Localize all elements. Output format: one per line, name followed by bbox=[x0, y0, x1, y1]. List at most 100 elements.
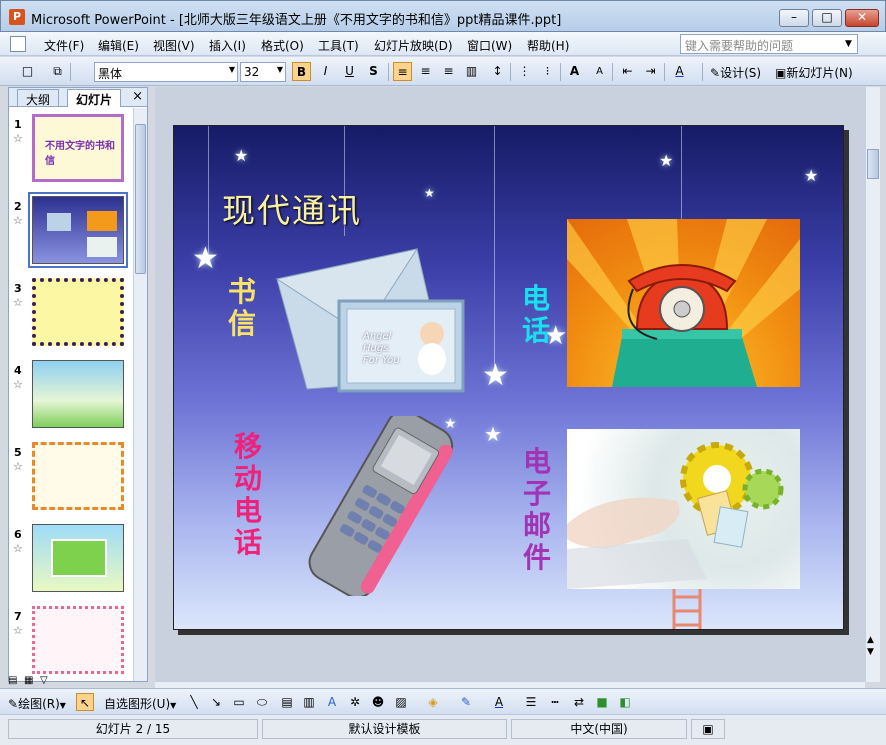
menu-view[interactable]: 视图(V) bbox=[153, 37, 195, 54]
italic-button[interactable]: I bbox=[316, 62, 335, 81]
previous-slide-icon[interactable]: ▲ bbox=[867, 635, 874, 645]
slide-number: 6 bbox=[14, 528, 22, 541]
align-distribute-icon[interactable]: ▥ bbox=[462, 62, 481, 81]
line-icon[interactable]: ╲ bbox=[185, 693, 203, 711]
new-slide-button[interactable]: ▣新幻灯片(N) bbox=[775, 64, 853, 81]
label-mobile[interactable]: 移 动 电 话 bbox=[232, 431, 264, 559]
font-color-icon[interactable]: A bbox=[490, 693, 508, 711]
increase-font-icon[interactable]: A bbox=[565, 62, 584, 81]
align-right-icon[interactable]: ≡ bbox=[439, 62, 458, 81]
slide-thumbnail[interactable]: 6 ☆ bbox=[9, 524, 133, 598]
menu-file[interactable]: 文件(F) bbox=[44, 37, 84, 54]
slide-number: 5 bbox=[14, 446, 22, 459]
close-button[interactable]: ✕ bbox=[845, 9, 879, 27]
normal-view-icon[interactable]: ▤ bbox=[8, 675, 22, 687]
diagram-icon[interactable]: ✲ bbox=[346, 693, 364, 711]
tab-outline[interactable]: 大纲 bbox=[17, 89, 60, 107]
picture-icon[interactable]: ▨ bbox=[392, 693, 410, 711]
align-center-icon[interactable]: ≡ bbox=[416, 62, 435, 81]
bold-button[interactable]: B bbox=[292, 62, 311, 81]
slide-title[interactable]: 现代通讯 bbox=[222, 184, 362, 232]
design-icon: ✎ bbox=[710, 66, 721, 80]
draw-menu-button[interactable]: ✎绘图(R)▼ bbox=[8, 695, 66, 712]
decrease-indent-icon[interactable]: ⇤ bbox=[618, 62, 637, 81]
arrow-icon[interactable]: ↘ bbox=[207, 693, 225, 711]
numbering-icon[interactable]: ⋮ bbox=[515, 62, 534, 81]
menu-tools[interactable]: 工具(T) bbox=[318, 37, 359, 54]
help-search-input[interactable]: 键入需要帮助的问题 bbox=[680, 34, 858, 54]
slide-scrollbar[interactable]: ▲ ▼ bbox=[865, 87, 880, 682]
menu-insert[interactable]: 插入(I) bbox=[209, 37, 246, 54]
bullets-icon[interactable]: ⁝ bbox=[538, 62, 557, 81]
slides-pane-scrollbar[interactable] bbox=[133, 108, 147, 681]
shadow-button[interactable]: S bbox=[364, 62, 383, 81]
star-icon: ★ bbox=[659, 151, 674, 170]
slide-thumbnail[interactable]: 7 ☆ bbox=[9, 606, 133, 680]
label-letter[interactable]: 书 信 bbox=[226, 276, 258, 340]
design-template[interactable]: 默认设计模板 bbox=[262, 719, 507, 739]
chevron-down-icon[interactable]: ▼ bbox=[845, 39, 852, 49]
telephone-image[interactable] bbox=[567, 219, 800, 387]
slide-thumbnail[interactable]: 2 ☆ bbox=[9, 192, 133, 270]
oval-icon[interactable]: ⬭ bbox=[253, 693, 271, 711]
line-color-icon[interactable]: ✎ bbox=[457, 693, 475, 711]
menu-edit[interactable]: 编辑(E) bbox=[98, 37, 139, 54]
slideshow-view-icon[interactable]: ▽ bbox=[40, 675, 54, 687]
line-spacing-icon[interactable]: ↕ bbox=[488, 62, 507, 81]
slide-thumbnail[interactable]: 4 ☆ bbox=[9, 360, 133, 434]
email-image[interactable] bbox=[567, 429, 800, 589]
label-char: 邮 bbox=[522, 509, 551, 542]
sorter-view-icon[interactable]: ▦ bbox=[24, 675, 38, 687]
label-phone[interactable]: 电 话 bbox=[520, 283, 552, 347]
menu-help[interactable]: 帮助(H) bbox=[527, 37, 569, 54]
label-char: 书 bbox=[227, 275, 256, 308]
decrease-font-icon[interactable]: A bbox=[590, 62, 609, 81]
slide-thumbnail[interactable]: 3 ☆ bbox=[9, 278, 133, 352]
rectangle-icon[interactable]: ▭ bbox=[230, 693, 248, 711]
align-left-icon[interactable]: ≡ bbox=[393, 62, 412, 81]
font-name-select[interactable]: 黑体 ▼ bbox=[94, 62, 238, 82]
slide-canvas[interactable]: ★ ★ ★ ★ ★ ★ ★ ★ ★ ★ 现代通讯 书 信 Angel Hugs … bbox=[173, 125, 844, 630]
line-style-icon[interactable]: ☰ bbox=[522, 693, 540, 711]
wordart-icon[interactable]: A bbox=[323, 693, 341, 711]
tab-slides[interactable]: 幻灯片 bbox=[67, 89, 122, 107]
select-pointer-icon[interactable]: ↖ bbox=[76, 693, 94, 711]
font-size-select[interactable]: 32 ▼ bbox=[240, 62, 286, 82]
vertical-textbox-icon[interactable]: ▥ bbox=[300, 693, 318, 711]
underline-button[interactable]: U bbox=[340, 62, 359, 81]
3d-style-icon[interactable]: ◧ bbox=[616, 693, 634, 711]
autoshapes-button[interactable]: 自选图形(U)▼ bbox=[104, 695, 176, 712]
maximize-button[interactable]: □ bbox=[812, 9, 842, 27]
scrollbar-thumb[interactable] bbox=[867, 149, 879, 179]
fill-color-icon[interactable]: ◈ bbox=[424, 693, 442, 711]
design-button[interactable]: ✎设计(S) bbox=[710, 64, 761, 81]
label-email[interactable]: 电 子 邮 件 bbox=[521, 446, 553, 574]
menu-window[interactable]: 窗口(W) bbox=[467, 37, 512, 54]
animation-star-icon: ☆ bbox=[13, 378, 23, 391]
next-slide-icon[interactable]: ▼ bbox=[867, 647, 874, 657]
document-icon[interactable] bbox=[10, 36, 26, 52]
mobile-phone-image[interactable] bbox=[274, 409, 474, 599]
close-icon[interactable]: × bbox=[132, 89, 143, 104]
increase-indent-icon[interactable]: ⇥ bbox=[641, 62, 660, 81]
slide-thumbnail[interactable]: 1 ☆ 不用文字的书和信 bbox=[9, 114, 133, 188]
minimize-button[interactable]: – bbox=[779, 9, 809, 27]
spelling-icon[interactable]: ▣ bbox=[691, 719, 725, 739]
letter-image[interactable]: Angel Hugs For You bbox=[267, 239, 467, 399]
slide-preview bbox=[32, 524, 124, 592]
scrollbar-thumb[interactable] bbox=[135, 124, 146, 274]
menu-format[interactable]: 格式(O) bbox=[261, 37, 304, 54]
view-buttons: ▤ ▦ ▽ bbox=[8, 672, 68, 686]
new-document-icon[interactable]: □ bbox=[18, 62, 37, 81]
textbox-icon[interactable]: ▤ bbox=[278, 693, 296, 711]
clipart-icon[interactable]: ☻ bbox=[369, 693, 387, 711]
powerpoint-icon[interactable]: P bbox=[9, 9, 25, 25]
dash-style-icon[interactable]: ┅ bbox=[546, 693, 564, 711]
arrow-style-icon[interactable]: ⇄ bbox=[570, 693, 588, 711]
shadow-style-icon[interactable]: ■ bbox=[593, 693, 611, 711]
font-color-icon[interactable]: A bbox=[670, 62, 689, 81]
menu-slideshow[interactable]: 幻灯片放映(D) bbox=[374, 37, 453, 54]
thumb-image bbox=[87, 237, 117, 257]
copy-icon[interactable]: ⧉ bbox=[48, 62, 67, 81]
slide-thumbnail[interactable]: 5 ☆ bbox=[9, 442, 133, 516]
